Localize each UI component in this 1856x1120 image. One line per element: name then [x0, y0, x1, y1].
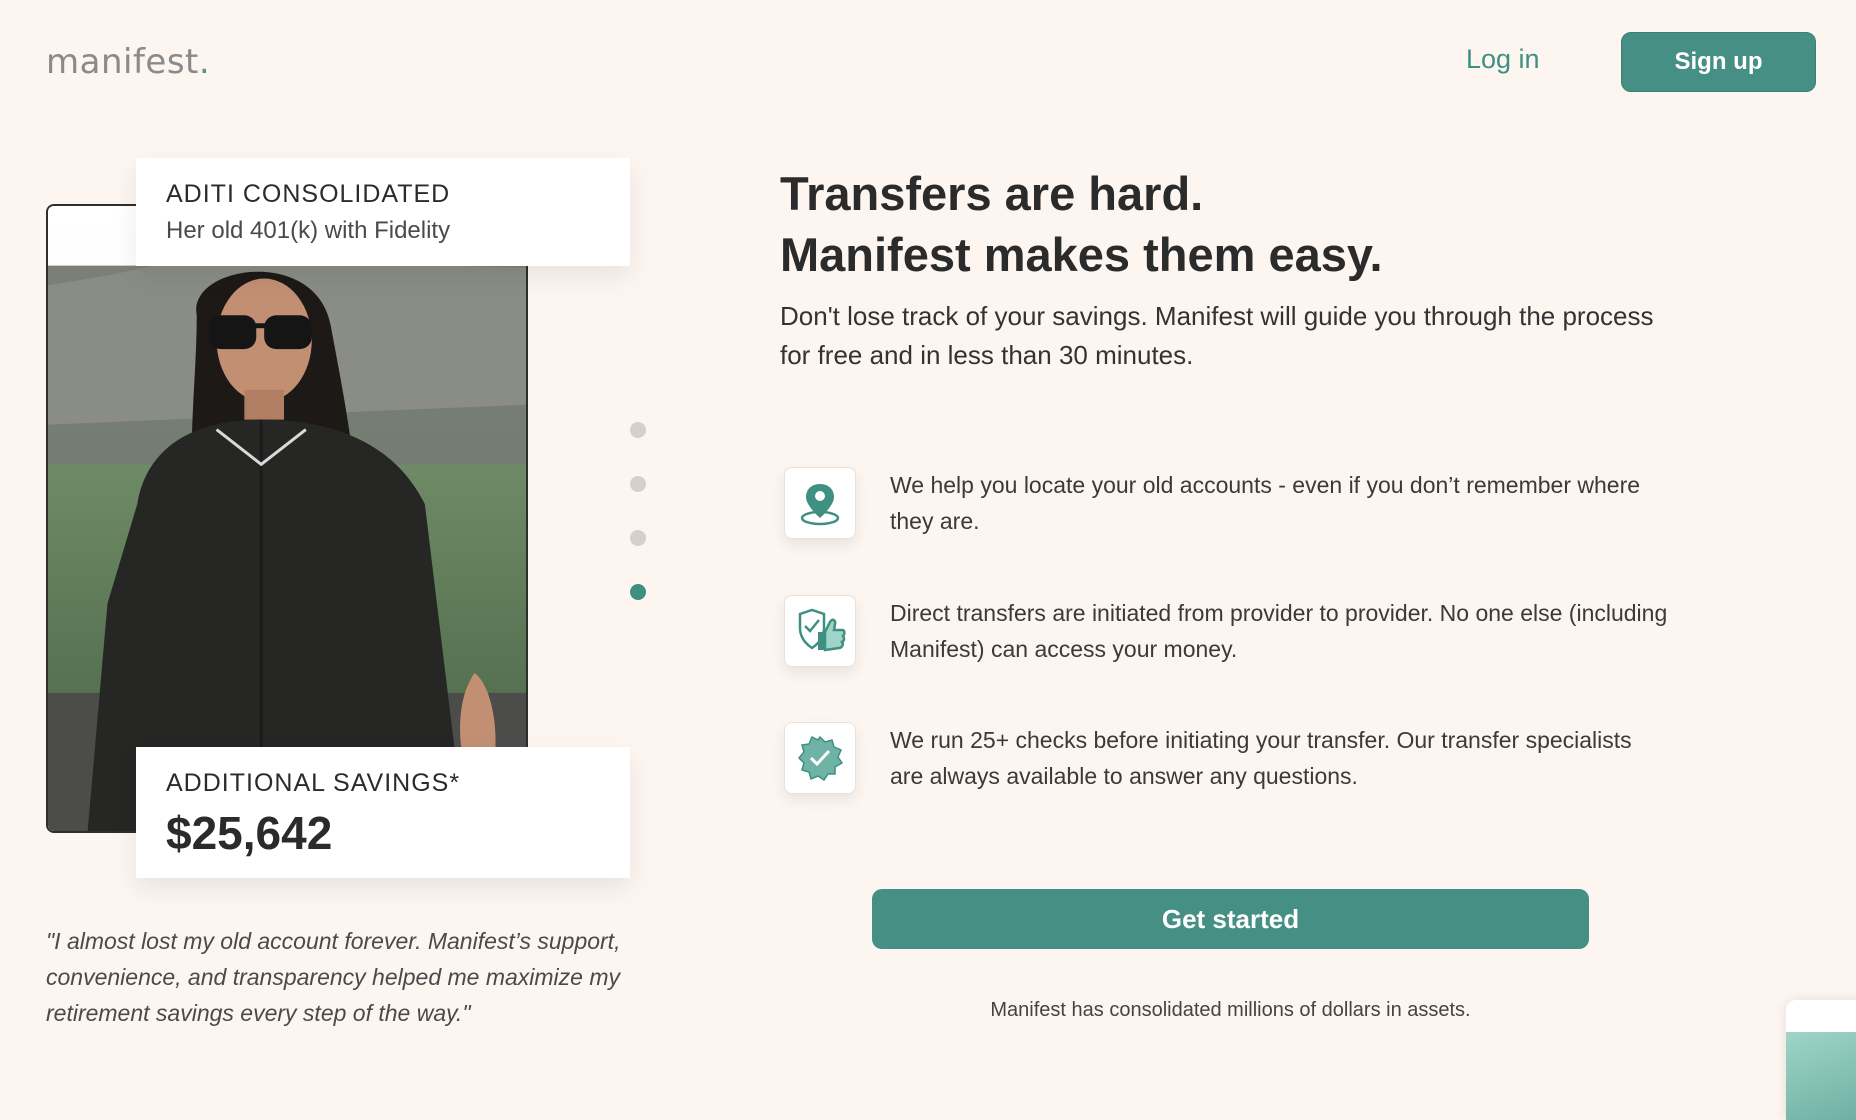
hero-subtitle: Don't lose track of your savings. Manife… — [780, 301, 1654, 370]
signup-button[interactable]: Sign up — [1621, 32, 1816, 92]
hero-headline-line-1: Transfers are hard. — [780, 167, 1204, 220]
testimonial-name-card-title: ADITI CONSOLIDATED — [166, 180, 451, 208]
testimonial-photo-frame — [46, 204, 528, 833]
testimonial-name-card-subtitle: Her old 401(k) with Fidelity — [166, 217, 451, 244]
chat-widget[interactable] — [1786, 1000, 1856, 1120]
logo-dot: . — [198, 42, 211, 82]
feature-text: Direct transfers are initiated from prov… — [890, 600, 1668, 662]
testimonial-savings-card: ADDITIONAL SAVINGS* $25,642 — [136, 747, 630, 878]
hero-headline: Transfers are hard. Manifest makes them … — [780, 163, 1383, 285]
location-pin-icon — [784, 467, 856, 539]
chat-widget-preview — [1786, 1032, 1856, 1120]
savings-value: $25,642 — [166, 807, 333, 859]
carousel-dot[interactable] — [630, 476, 646, 492]
hero-headline-line-2: Manifest makes them easy. — [780, 228, 1383, 281]
logo[interactable]: manifest. — [46, 42, 210, 82]
login-link[interactable]: Log in — [1466, 44, 1540, 75]
savings-label: ADDITIONAL SAVINGS* — [166, 769, 461, 797]
testimonial-quote: "I almost lost my old account forever. M… — [46, 928, 621, 1026]
cta-footnote: Manifest has consolidated millions of do… — [990, 999, 1471, 1021]
testimonial-name-card: ADITI CONSOLIDATED Her old 401(k) with F… — [136, 158, 630, 266]
carousel-dot[interactable] — [630, 584, 646, 600]
logo-text: manifest — [46, 42, 199, 82]
carousel-dot[interactable] — [630, 422, 646, 438]
get-started-button[interactable]: Get started — [872, 889, 1589, 949]
carousel-dots — [630, 422, 646, 638]
shield-thumbs-up-icon — [784, 595, 856, 667]
feature-text: We run 25+ checks before initiating your… — [890, 727, 1632, 789]
feature-text: We help you locate your old accounts - e… — [890, 472, 1641, 534]
carousel-dot[interactable] — [630, 530, 646, 546]
testimonial-photo — [48, 206, 526, 831]
verified-badge-icon — [784, 722, 856, 794]
